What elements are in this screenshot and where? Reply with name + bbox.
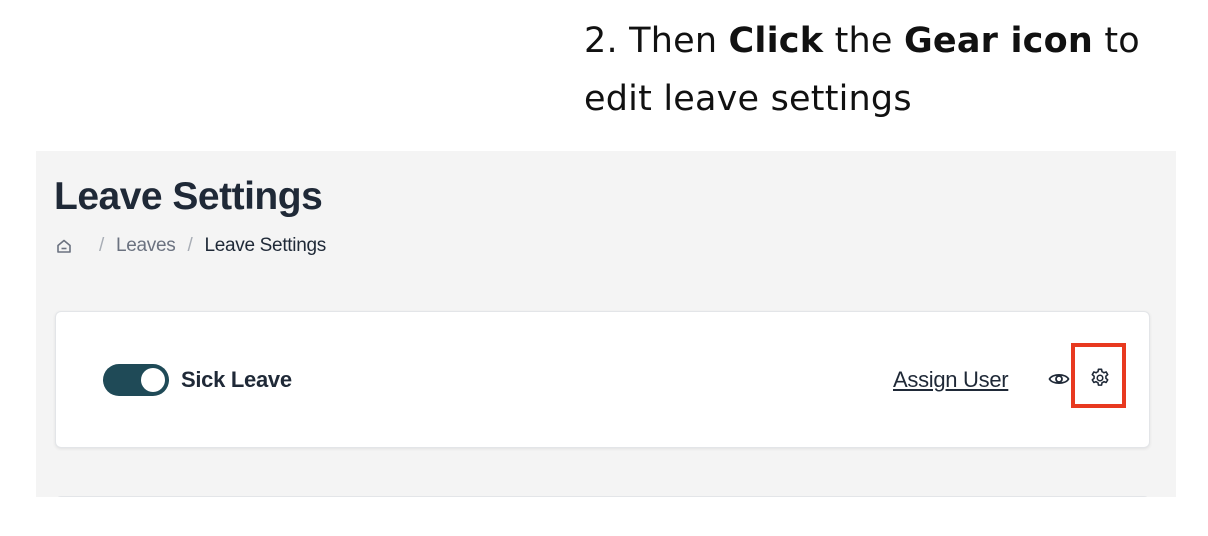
instruction-caption: 2. Then Click the Gear icon to edit leav… <box>584 12 1184 128</box>
eye-icon[interactable] <box>1048 370 1070 388</box>
breadcrumb-current: Leave Settings <box>204 235 326 256</box>
breadcrumb-separator: / <box>99 235 104 256</box>
home-icon[interactable] <box>55 237 73 255</box>
toggle-knob <box>141 368 165 392</box>
breadcrumb-leaves-link[interactable]: Leaves <box>116 235 176 257</box>
assign-user-link[interactable]: Assign User <box>893 367 1009 393</box>
leave-type-name: Sick Leave <box>181 367 292 392</box>
instruction-step: 2. Then <box>584 21 718 61</box>
gear-icon-highlight <box>1071 343 1126 408</box>
leave-type-card: Sick Leave Assign User <box>55 311 1150 448</box>
instruction-action: Click <box>728 21 824 61</box>
leave-type-card <box>55 496 1150 497</box>
leave-settings-page: Leave Settings / Leaves / Leave Settings… <box>36 151 1176 497</box>
breadcrumb: / Leaves / Leave Settings <box>55 235 326 257</box>
tutorial-screenshot: 2. Then Click the Gear icon to edit leav… <box>0 0 1208 536</box>
page-title: Leave Settings <box>54 175 323 218</box>
leave-enabled-toggle[interactable] <box>103 364 169 396</box>
breadcrumb-separator: / <box>187 235 193 256</box>
instruction-target: Gear icon <box>903 21 1093 61</box>
instruction-middle: the <box>834 21 893 61</box>
